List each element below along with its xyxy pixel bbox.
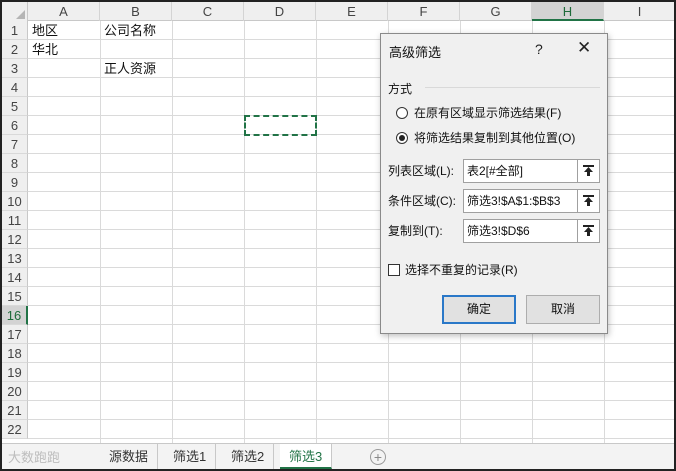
radio-label: 在原有区域显示筛选结果(F) (414, 106, 562, 120)
row-header-7[interactable]: 7 (2, 135, 28, 154)
sheet-tab-bar: 大数跑跑 源数据 筛选1 筛选2 筛选3 + (2, 443, 674, 469)
plus-circle-icon[interactable]: + (370, 449, 386, 465)
gridline (244, 21, 245, 443)
row-header-19[interactable]: 19 (2, 363, 28, 382)
select-all-triangle-icon (16, 10, 25, 19)
close-icon[interactable]: ✕ (577, 39, 591, 57)
collapse-dialog-icon (583, 195, 594, 206)
criteria-range-picker-button[interactable] (578, 189, 600, 213)
gridline (172, 21, 173, 443)
column-header-c[interactable]: C (172, 2, 244, 21)
cell-b1[interactable]: 公司名称 (101, 21, 156, 40)
row-header-13[interactable]: 13 (2, 249, 28, 268)
row-header-1[interactable]: 1 (2, 21, 28, 40)
row-header-12[interactable]: 12 (2, 230, 28, 249)
row-header-10[interactable]: 10 (2, 192, 28, 211)
unique-records-label: 选择不重复的记录(R) (405, 263, 518, 277)
tab-filter-3[interactable]: 筛选3 (280, 444, 333, 469)
watermark-logo: 大数跑跑 (8, 450, 61, 465)
tab-filter-2[interactable]: 筛选2 (222, 444, 275, 469)
gridline (28, 381, 674, 382)
row-header-4[interactable]: 4 (2, 78, 28, 97)
copy-to-picker-button[interactable] (578, 219, 600, 243)
cell-b3[interactable]: 正人资源 (101, 59, 156, 78)
row-header-6[interactable]: 6 (2, 116, 28, 135)
column-header-h[interactable]: H (532, 2, 604, 21)
row-header-15[interactable]: 15 (2, 287, 28, 306)
column-header-f[interactable]: F (388, 2, 460, 21)
column-header-i[interactable]: I (604, 2, 674, 21)
tab-source-data[interactable]: 源数据 (100, 444, 159, 469)
row-header-11[interactable]: 11 (2, 211, 28, 230)
radio-label: 将筛选结果复制到其他位置(O) (414, 131, 576, 145)
help-icon[interactable]: ? (535, 41, 543, 57)
row-header-20[interactable]: 20 (2, 382, 28, 401)
row-header-21[interactable]: 21 (2, 401, 28, 420)
row-header-14[interactable]: 14 (2, 268, 28, 287)
collapse-dialog-icon (583, 225, 594, 236)
row-header-9[interactable]: 9 (2, 173, 28, 192)
select-all-corner[interactable] (2, 2, 28, 21)
advanced-filter-dialog: 高级筛选 ? ✕ 方式 在原有区域显示筛选结果(F) 将筛选结果复制到其他位置(… (380, 33, 608, 334)
list-range-input[interactable]: 表2[#全部] (463, 159, 578, 183)
gridline (28, 400, 674, 401)
gridline (28, 343, 674, 344)
gridline (28, 438, 674, 439)
gridline (100, 21, 101, 443)
copy-destination-marquee (244, 115, 317, 136)
row-header-5[interactable]: 5 (2, 97, 28, 116)
copy-to-input[interactable]: 筛选3!$D$6 (463, 219, 578, 243)
row-header-18[interactable]: 18 (2, 344, 28, 363)
gridline (316, 21, 317, 443)
dialog-title: 高级筛选 (389, 45, 442, 60)
column-header-e[interactable]: E (316, 2, 388, 21)
ok-button[interactable]: 确定 (442, 295, 516, 324)
list-range-label: 列表区域(L): (388, 164, 455, 178)
list-range-picker-button[interactable] (578, 159, 600, 183)
section-divider (425, 87, 600, 88)
criteria-range-input[interactable]: 筛选3!$A$1:$B$3 (463, 189, 578, 213)
mode-section-label: 方式 (388, 82, 413, 96)
cell-a1[interactable]: 地区 (29, 21, 58, 40)
row-header-22[interactable]: 22 (2, 420, 28, 439)
column-header-d[interactable]: D (244, 2, 316, 21)
tab-filter-1[interactable]: 筛选1 (164, 444, 217, 469)
row-header-16[interactable]: 16 (2, 306, 28, 325)
cancel-button[interactable]: 取消 (526, 295, 600, 324)
collapse-dialog-icon (583, 165, 594, 176)
criteria-range-label: 条件区域(C): (388, 194, 456, 208)
column-header-g[interactable]: G (460, 2, 532, 21)
row-header-3[interactable]: 3 (2, 59, 28, 78)
gridline (28, 362, 674, 363)
radio-selected-icon[interactable] (396, 132, 408, 144)
column-header-a[interactable]: A (28, 2, 100, 21)
row-header-8[interactable]: 8 (2, 154, 28, 173)
gridline (28, 419, 674, 420)
cell-a2[interactable]: 华北 (29, 40, 58, 59)
copy-to-label: 复制到(T): (388, 224, 443, 238)
radio-circle-icon[interactable] (396, 107, 408, 119)
row-header-2[interactable]: 2 (2, 40, 28, 59)
row-header-17[interactable]: 17 (2, 325, 28, 344)
column-header-b[interactable]: B (100, 2, 172, 21)
unique-records-checkbox[interactable] (388, 264, 400, 276)
